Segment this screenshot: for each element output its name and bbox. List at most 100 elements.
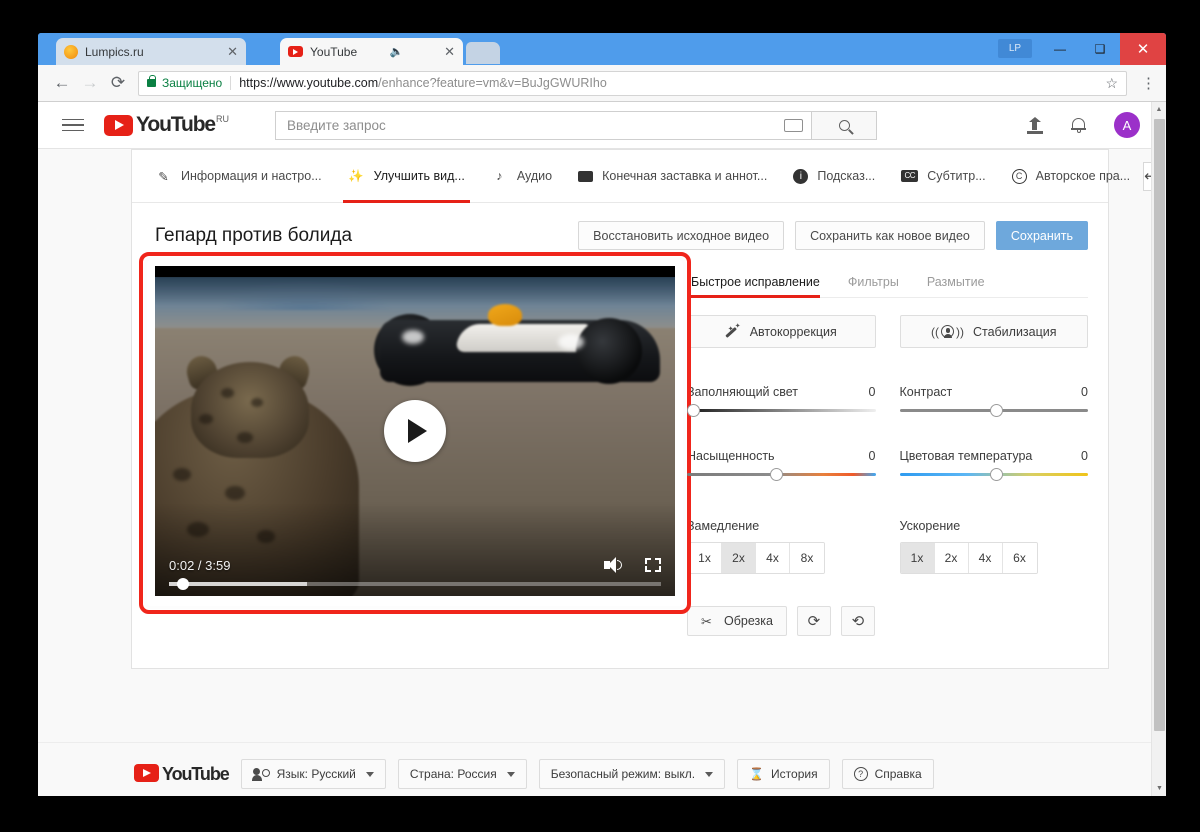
browser-tab-lumpics[interactable]: Lumpics.ru ✕ — [56, 38, 246, 65]
help-button[interactable]: ? Справка — [841, 759, 934, 789]
slowdown-option-2x[interactable]: 2x — [722, 543, 756, 573]
close-tab-icon[interactable]: ✕ — [438, 45, 455, 58]
music-note-icon: ♪ — [496, 169, 503, 183]
language-label: Язык: Русский — [276, 767, 356, 781]
slowdown-option-4x[interactable]: 4x — [756, 543, 790, 573]
browser-menu-icon[interactable]: ⋮ — [1141, 74, 1156, 92]
forward-icon[interactable]: → — [76, 69, 104, 97]
stabilize-label: Стабилизация — [972, 324, 1057, 339]
copyright-icon: C — [1011, 168, 1027, 184]
scrollbar-thumb[interactable] — [1154, 119, 1165, 731]
trim-button[interactable]: ✂ Обрезка — [687, 606, 787, 636]
tab-enhance-video[interactable]: ✨ Улучшить вид... — [335, 150, 478, 203]
browser-tab-youtube[interactable]: YouTube 🔈 ✕ — [280, 38, 463, 65]
slider-track[interactable] — [687, 468, 876, 481]
subtab-blur[interactable]: Размытие — [927, 275, 999, 297]
slider-thumb[interactable] — [989, 468, 1003, 481]
chevron-down-icon — [705, 771, 714, 777]
address-bar[interactable]: Защищено https://www.youtube.com /enhanc… — [138, 70, 1127, 96]
tab-cards[interactable]: i Подсказ... — [780, 150, 888, 203]
undo-button[interactable]: ⟲ — [840, 606, 875, 636]
speedup-option-2x[interactable]: 2x — [934, 543, 969, 573]
editor-actions: Восстановить исходное видео Сохранить ка… — [578, 221, 1088, 250]
scroll-up-arrow[interactable]: ▲ — [1152, 102, 1166, 117]
close-tab-icon[interactable]: ✕ — [221, 45, 238, 58]
slider-thumb[interactable] — [687, 404, 700, 417]
search-input[interactable]: Введите запрос — [275, 110, 813, 140]
player-progress-bar[interactable] — [169, 578, 661, 590]
profile-chip[interactable]: LP — [998, 39, 1032, 58]
footer-youtube-logo[interactable]: YouTube — [134, 764, 230, 784]
slider-contrast: Контраст 0 — [899, 385, 1088, 417]
maximize-button[interactable]: ❑ — [1080, 33, 1120, 65]
tab-audio-muted-icon[interactable]: 🔈 — [390, 45, 406, 58]
search-button[interactable] — [812, 110, 878, 140]
reload-icon[interactable]: ⟳ — [104, 69, 132, 97]
save-button[interactable]: Сохранить — [995, 221, 1088, 250]
tab-audio[interactable]: ♪ Аудио — [478, 150, 565, 203]
page-scrollbar[interactable]: ▲ ▼ — [1151, 102, 1166, 796]
slider-track[interactable] — [899, 468, 1088, 481]
minimize-button[interactable]: — — [1040, 33, 1080, 65]
slider-track[interactable] — [899, 404, 1088, 417]
hourglass-icon: ⌛ — [749, 767, 765, 781]
tab-label: Информация и настро... — [181, 169, 322, 183]
notifications-bell-icon[interactable] — [1071, 117, 1086, 133]
stabilize-button[interactable]: (()) Стабилизация — [899, 315, 1088, 348]
slowdown-option-1x[interactable]: 1x — [688, 543, 722, 573]
speedup-option-4x[interactable]: 4x — [968, 543, 1003, 573]
safe-mode-selector[interactable]: Безопасный режим: выкл. — [538, 759, 726, 789]
slowdown-option-8x[interactable]: 8x — [790, 543, 824, 573]
bookmark-star-icon[interactable]: ☆ — [1105, 75, 1118, 92]
page-title: Гепард против болида — [155, 224, 353, 246]
lumpics-favicon — [64, 44, 78, 59]
search-icon — [838, 119, 850, 131]
slider-header: Заполняющий свет 0 — [687, 385, 876, 399]
speedup-option-6x[interactable]: 6x — [1002, 543, 1037, 573]
magic-wand-icon: ✦ ✦ — [726, 323, 741, 339]
tab-title: Lumpics.ru — [85, 44, 144, 59]
play-button[interactable] — [384, 400, 446, 462]
sliders-row-2: Насыщенность 0 Цветовая температура 0 — [687, 429, 1088, 481]
slider-label: Насыщенность — [687, 449, 775, 463]
auto-fix-button[interactable]: ✦ ✦ Автокоррекция — [687, 315, 876, 348]
new-tab-button[interactable] — [466, 42, 500, 64]
subtab-quick-fixes[interactable]: Быстрое исправление — [691, 275, 834, 298]
scissors-icon: ✂ — [701, 614, 712, 629]
volume-icon[interactable] — [604, 557, 623, 573]
youtube-logo[interactable]: YouTube RU — [104, 113, 230, 136]
history-button[interactable]: ⌛ История — [737, 759, 830, 789]
tab-subtitles[interactable]: CC Субтитр... — [888, 150, 998, 203]
back-icon[interactable]: ← — [48, 69, 76, 97]
hamburger-menu-icon[interactable] — [62, 118, 84, 132]
close-window-button[interactable]: ✕ — [1120, 33, 1166, 65]
tab-copyright[interactable]: C Авторское пра... — [999, 150, 1144, 203]
scroll-down-arrow[interactable]: ▼ — [1152, 781, 1166, 796]
slider-thumb[interactable] — [769, 468, 783, 481]
video-player[interactable]: 0:02 / 3:59 — [155, 266, 675, 596]
chrome-window: Lumpics.ru ✕ YouTube 🔈 ✕ LP — ❑ ✕ ← → ⟳ … — [38, 33, 1166, 796]
speedup-option-1x[interactable]: 1x — [900, 543, 935, 573]
footer-settings-row: YouTube Язык: Русский Страна: Россия Без… — [38, 742, 1151, 796]
restore-original-button[interactable]: Восстановить исходное видео — [578, 221, 785, 250]
slider-track[interactable] — [687, 404, 876, 417]
search-placeholder: Введите запрос — [287, 117, 386, 133]
tab-info-settings[interactable]: ✎ Информация и настро... — [142, 150, 335, 203]
save-as-new-button[interactable]: Сохранить как новое видео — [795, 221, 985, 250]
keyboard-icon[interactable] — [784, 118, 804, 132]
fullscreen-icon[interactable] — [645, 558, 661, 572]
player-progress-thumb[interactable] — [177, 578, 189, 590]
language-selector[interactable]: Язык: Русский — [240, 759, 386, 789]
tab-label: Субтитр... — [927, 169, 986, 183]
redo-button[interactable]: ⟳ — [796, 606, 831, 636]
slider-thumb[interactable] — [989, 404, 1003, 417]
subtab-filters[interactable]: Фильтры — [848, 275, 913, 297]
tab-endscreen-annotations[interactable]: Конечная заставка и аннот... — [565, 150, 780, 203]
speedup-segmented-control: 1x 2x 4x 6x — [899, 542, 1038, 574]
youtube-country-code: RU — [216, 113, 230, 124]
url-path: /enhance?feature=vm&v=BuJgGWURIho — [378, 76, 607, 90]
upload-icon[interactable] — [1027, 116, 1043, 134]
country-selector[interactable]: Страна: Россия — [397, 759, 527, 789]
avatar[interactable]: A — [1114, 112, 1140, 138]
player-time-display: 0:02 / 3:59 — [169, 557, 231, 573]
